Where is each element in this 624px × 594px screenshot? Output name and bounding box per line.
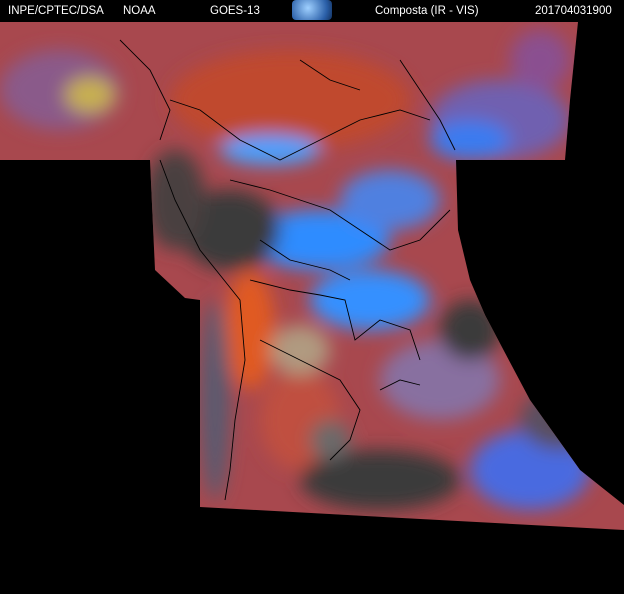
agency-label: NOAA xyxy=(123,5,156,17)
cptec-logo xyxy=(292,0,332,20)
satellite-composite-image xyxy=(0,22,624,530)
product-label: Composta (IR - VIS) xyxy=(375,5,479,17)
institution-label: INPE/CPTEC/DSA xyxy=(8,5,104,17)
coverage-area xyxy=(0,22,624,530)
timestamp-label: 201704031900 xyxy=(535,5,612,17)
satellite-image-viewer: INPE/CPTEC/DSA NOAA GOES-13 Composta (IR… xyxy=(0,0,624,594)
satellite-label: GOES-13 xyxy=(210,5,260,17)
